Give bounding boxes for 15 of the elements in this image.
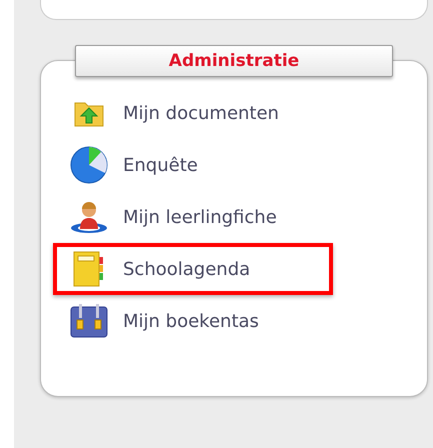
- menu-item-label: Enquête: [123, 154, 198, 176]
- menu-item[interactable]: Schoolagenda: [53, 243, 333, 295]
- menu-item-label: Mijn leerlingfiche: [123, 206, 277, 228]
- menu-item[interactable]: Mijn documenten: [53, 87, 333, 139]
- pie-chart-icon: [70, 146, 108, 184]
- person-icon: [69, 200, 109, 234]
- menu-item[interactable]: Mijn leerlingfiche: [53, 191, 333, 243]
- menu-item[interactable]: Enquête: [53, 139, 333, 191]
- menu-item-label: Schoolagenda: [123, 258, 250, 280]
- menu-item[interactable]: Mijn boekentas: [53, 295, 333, 347]
- menu-item-label: Mijn boekentas: [123, 310, 259, 332]
- schoolbag-icon: [69, 304, 109, 338]
- panel-title: Administratie: [75, 45, 393, 77]
- menu-item-label: Mijn documenten: [123, 102, 279, 124]
- agenda-icon: [72, 251, 106, 287]
